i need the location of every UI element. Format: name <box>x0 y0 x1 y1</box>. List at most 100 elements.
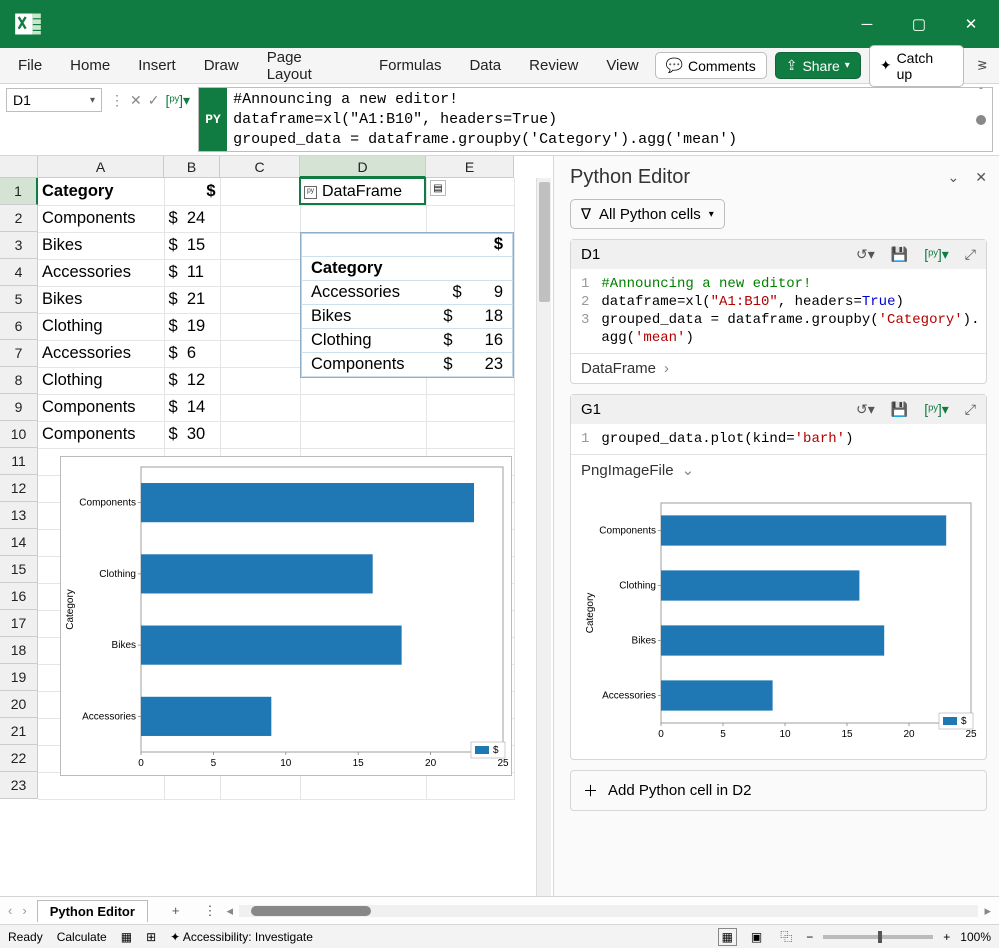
code-editor-d1[interactable]: #Announcing a new editor! dataframe=xl("… <box>601 275 979 347</box>
tab-file[interactable]: File <box>6 51 54 80</box>
view-normal-icon[interactable]: ▦ <box>718 928 737 946</box>
view-page-break-icon[interactable]: ⿻ <box>776 926 796 947</box>
row-header-15[interactable]: 15 <box>0 556 38 583</box>
row-header-8[interactable]: 8 <box>0 367 38 394</box>
cell-d1[interactable]: ᵖʸ DataFrame ▤ <box>300 180 426 204</box>
column-header-E[interactable]: E <box>426 156 514 178</box>
row-header-3[interactable]: 3 <box>0 232 38 259</box>
row-header-11[interactable]: 11 <box>0 448 38 475</box>
share-button[interactable]: ⇪Share▾ <box>775 52 861 79</box>
add-sheet-button[interactable]: + <box>158 903 194 918</box>
tab-formulas[interactable]: Formulas <box>367 51 454 80</box>
select-all-corner[interactable] <box>0 156 38 178</box>
cell[interactable]: Clothing <box>38 367 164 394</box>
tab-draw[interactable]: Draw <box>192 51 251 80</box>
cell[interactable] <box>300 421 426 448</box>
cell[interactable]: Components <box>38 205 164 232</box>
cell[interactable]: $ <box>164 178 220 205</box>
cell[interactable] <box>220 421 300 448</box>
row-header-19[interactable]: 19 <box>0 664 38 691</box>
python-mode-icon[interactable]: [ᵖʸ]▾ <box>165 92 190 109</box>
undo-icon[interactable]: ↺▾ <box>856 246 875 263</box>
accessibility-status[interactable]: ✦ Accessibility: Investigate <box>170 930 313 944</box>
cancel-icon[interactable]: ✕ <box>130 92 142 109</box>
row-header-14[interactable]: 14 <box>0 529 38 556</box>
cell[interactable] <box>220 367 300 394</box>
worksheet-grid[interactable]: ABCDE 1234567891011121314151617181920212… <box>0 156 554 896</box>
row-header-20[interactable]: 20 <box>0 691 38 718</box>
cell[interactable]: $ 11 <box>164 259 220 286</box>
sheet-menu-icon[interactable]: ⋮ <box>204 903 217 919</box>
cell[interactable] <box>220 286 300 313</box>
card-icon[interactable]: ▤ <box>430 180 446 196</box>
cell[interactable] <box>220 394 300 421</box>
cell[interactable]: $ 14 <box>164 394 220 421</box>
row-header-6[interactable]: 6 <box>0 313 38 340</box>
tab-home[interactable]: Home <box>58 51 122 80</box>
row-header-13[interactable]: 13 <box>0 502 38 529</box>
cell[interactable] <box>220 340 300 367</box>
row-header-21[interactable]: 21 <box>0 718 38 745</box>
cell[interactable] <box>220 205 300 232</box>
cell[interactable]: $ 6 <box>164 340 220 367</box>
view-page-layout-icon[interactable]: ▣ <box>747 928 766 946</box>
cell[interactable]: Accessories <box>38 340 164 367</box>
cell[interactable]: Components <box>38 421 164 448</box>
minimize-button[interactable]: ─ <box>853 16 881 33</box>
cell[interactable]: Bikes <box>38 232 164 259</box>
maximize-button[interactable]: ▢ <box>905 15 933 33</box>
add-python-cell-button[interactable]: ＋ Add Python cell in D2 <box>570 770 987 811</box>
sheet-nav-next[interactable]: › <box>22 903 26 918</box>
cell[interactable]: $ 21 <box>164 286 220 313</box>
cell[interactable]: Clothing <box>38 313 164 340</box>
expand-icon[interactable]: ⤢ <box>965 401 976 418</box>
catch-up-button[interactable]: ✦Catch up <box>869 45 964 87</box>
expand-icon[interactable]: ⤢ <box>965 246 976 263</box>
cell[interactable]: $ 30 <box>164 421 220 448</box>
undo-icon[interactable]: ↺▾ <box>856 401 875 418</box>
row-header-22[interactable]: 22 <box>0 745 38 772</box>
zoom-out-button[interactable]: − <box>806 930 813 944</box>
zoom-level[interactable]: 100% <box>960 930 991 944</box>
cell[interactable]: Bikes <box>38 286 164 313</box>
row-header-9[interactable]: 9 <box>0 394 38 421</box>
output-g1[interactable]: PngImageFile⌄ <box>571 454 986 485</box>
cell[interactable]: $ 19 <box>164 313 220 340</box>
cell[interactable] <box>426 421 514 448</box>
row-header-4[interactable]: 4 <box>0 259 38 286</box>
tab-view[interactable]: View <box>594 51 650 80</box>
formula-bar-scroll[interactable]: ˆ <box>974 88 988 151</box>
comments-button[interactable]: 💬Comments <box>655 52 767 79</box>
tab-review[interactable]: Review <box>517 51 590 80</box>
cell[interactable]: $ 12 <box>164 367 220 394</box>
collapse-icon[interactable]: ⌄ <box>948 169 960 186</box>
output-d1[interactable]: DataFrame› <box>571 353 986 383</box>
cell[interactable] <box>426 394 514 421</box>
cell[interactable]: Components <box>38 394 164 421</box>
cell[interactable] <box>220 178 300 205</box>
code-editor-g1[interactable]: grouped_data.plot(kind='barh') <box>601 430 853 448</box>
column-header-A[interactable]: A <box>38 156 164 178</box>
status-calculate[interactable]: Calculate <box>57 930 107 944</box>
python-mode-icon[interactable]: [ᵖʸ]▾ <box>924 246 949 263</box>
column-header-D[interactable]: D <box>300 156 426 178</box>
cell[interactable] <box>300 394 426 421</box>
tab-data[interactable]: Data <box>457 51 513 80</box>
close-panel-icon[interactable]: ✕ <box>975 169 987 186</box>
row-header-7[interactable]: 7 <box>0 340 38 367</box>
filter-dropdown[interactable]: ∇ All Python cells ▾ <box>570 199 725 229</box>
row-header-16[interactable]: 16 <box>0 583 38 610</box>
tab-page-layout[interactable]: Page Layout <box>255 43 363 89</box>
row-header-23[interactable]: 23 <box>0 772 38 799</box>
name-box[interactable]: D1▾ <box>6 88 102 112</box>
zoom-slider[interactable] <box>823 935 933 939</box>
row-header-2[interactable]: 2 <box>0 205 38 232</box>
formula-bar[interactable]: PY #Announcing a new editor! dataframe=x… <box>198 87 993 152</box>
cell[interactable] <box>220 232 300 259</box>
ribbon-options-icon[interactable]: ᕒ <box>972 58 993 74</box>
cell[interactable] <box>426 205 514 232</box>
cell[interactable]: $ 15 <box>164 232 220 259</box>
zoom-in-button[interactable]: + <box>943 930 950 944</box>
cell[interactable] <box>220 313 300 340</box>
cell[interactable] <box>220 259 300 286</box>
